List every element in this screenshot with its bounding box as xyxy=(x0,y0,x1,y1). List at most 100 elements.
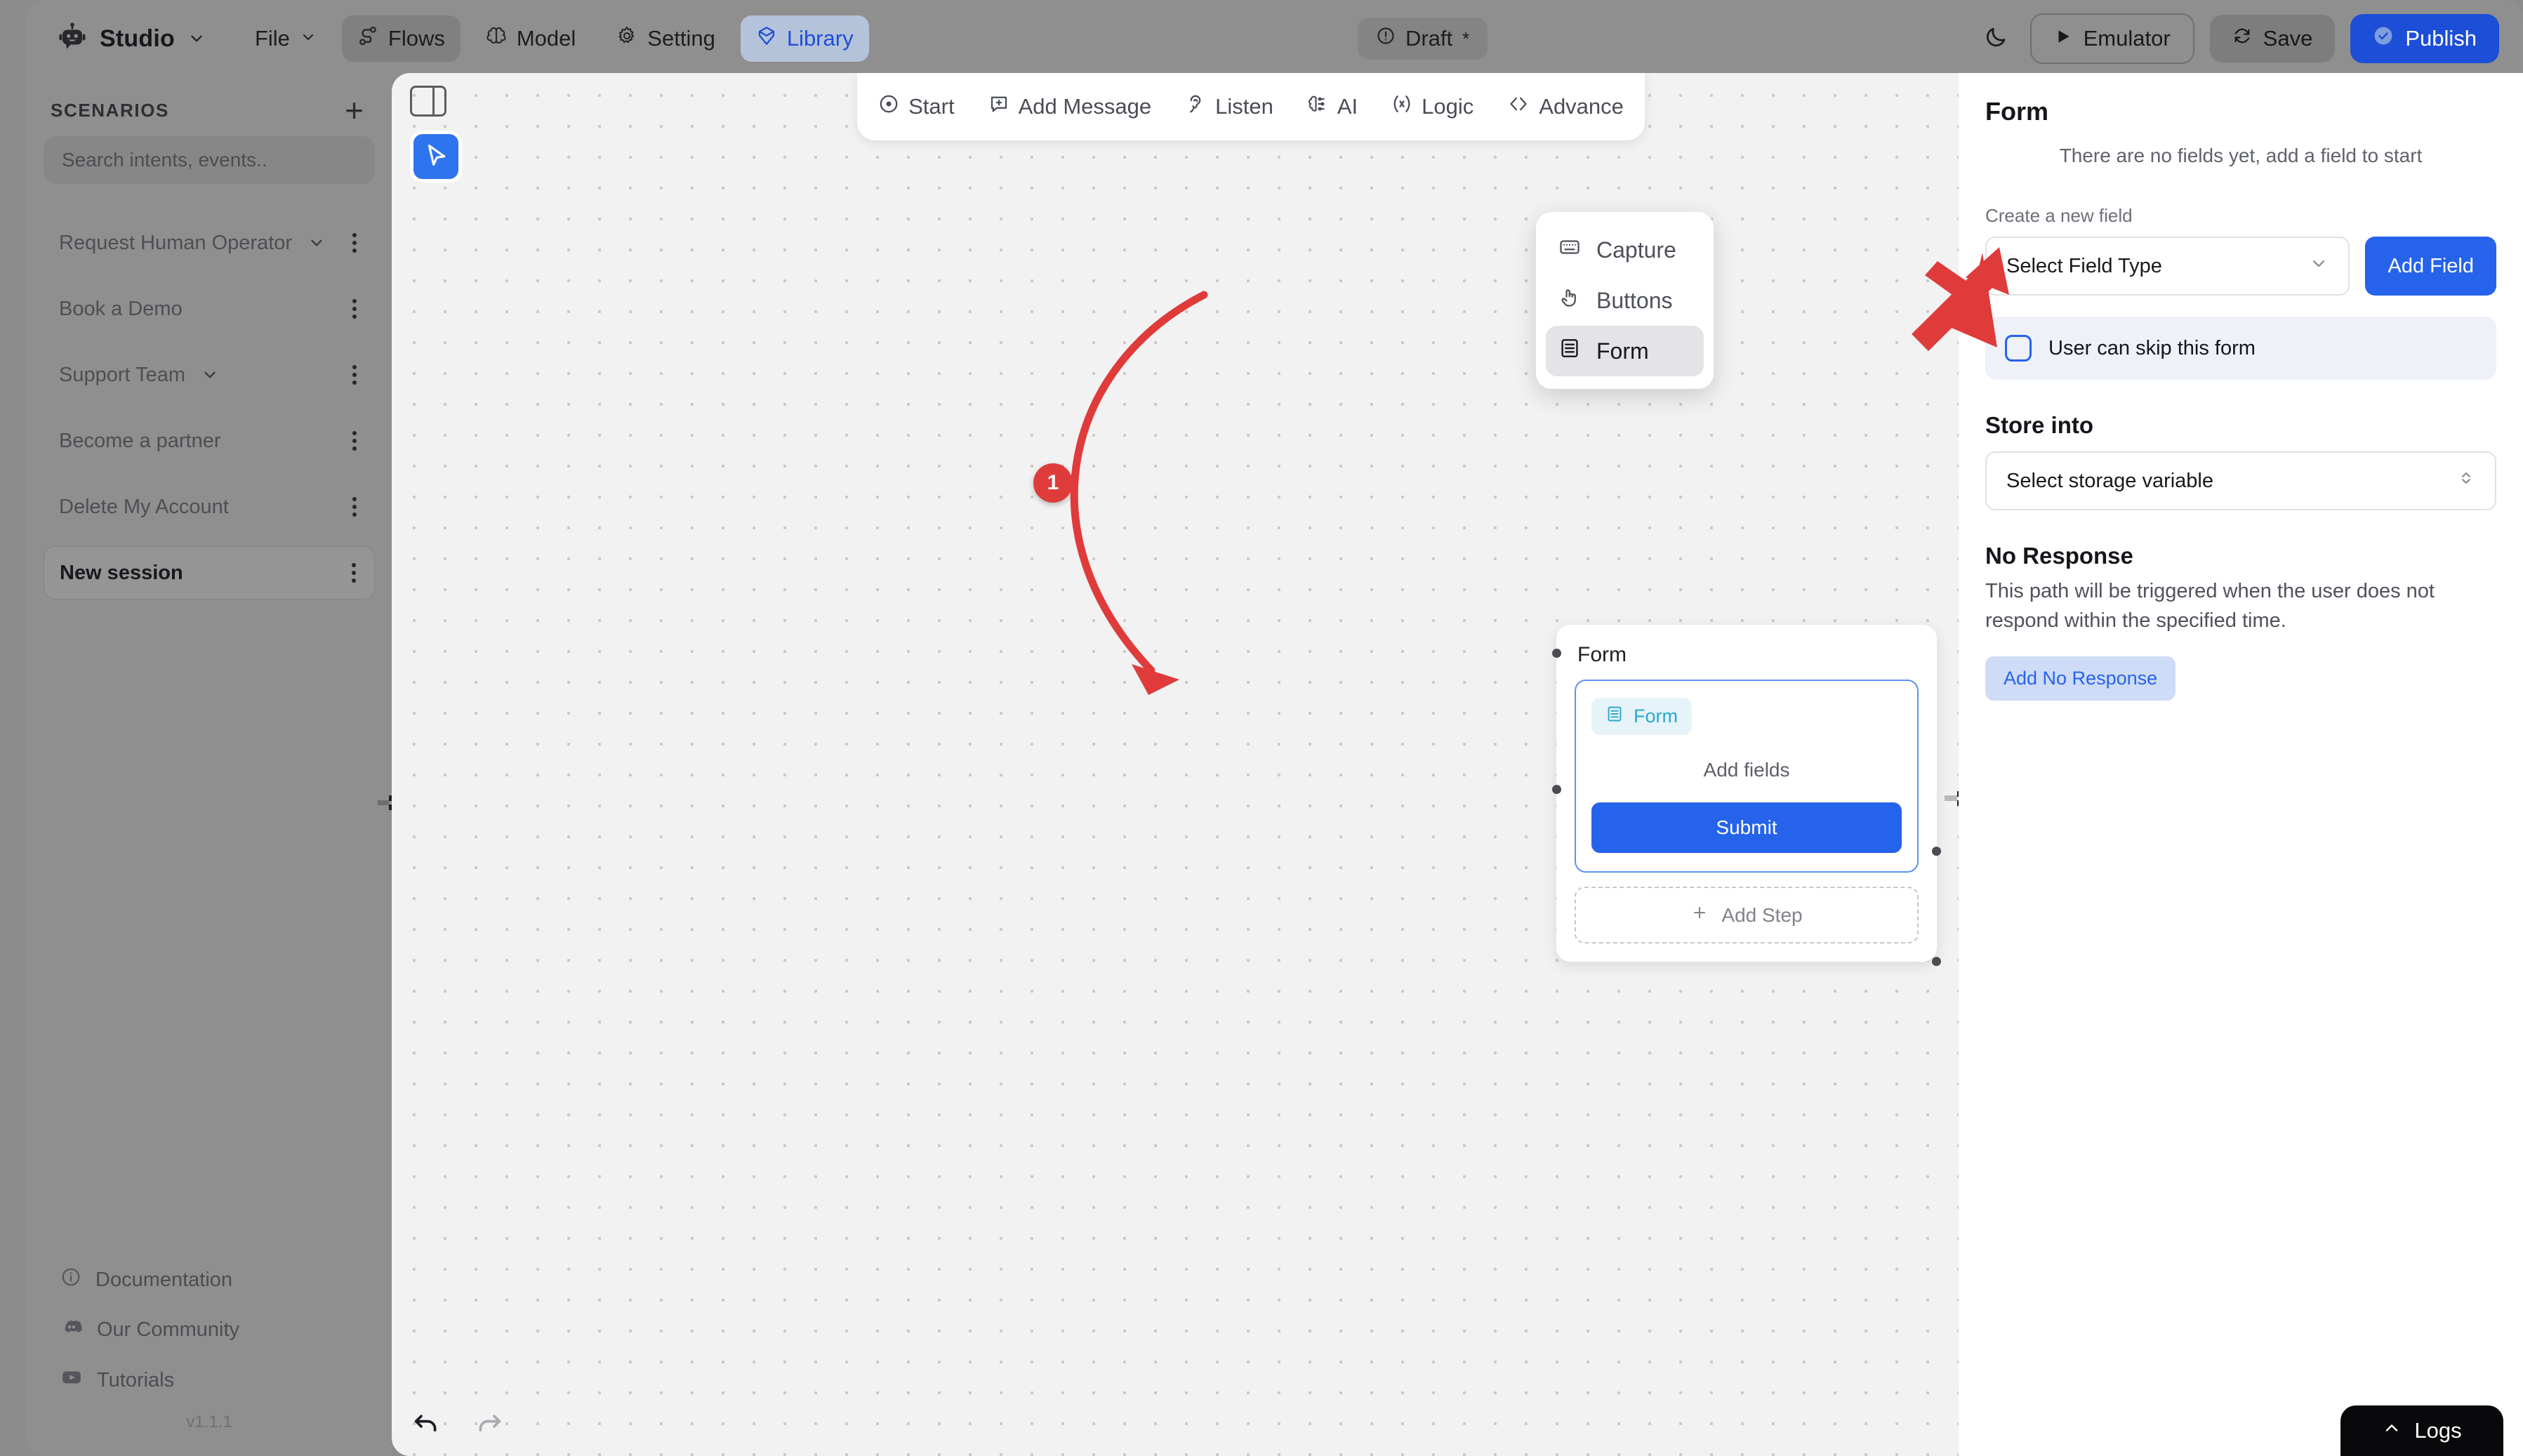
robot-logo-icon xyxy=(58,22,87,55)
list-item-menu-button[interactable] xyxy=(347,359,362,390)
node-bottom-port[interactable] xyxy=(1932,957,1941,966)
dark-mode-toggle[interactable] xyxy=(1977,18,2015,60)
form-list-icon xyxy=(1605,705,1624,728)
tool-add-message[interactable]: Add Message xyxy=(972,85,1169,128)
dropdown-item-form[interactable]: Form xyxy=(1546,326,1704,376)
ear-icon xyxy=(1185,93,1206,120)
properties-panel: Form There are no fields yet, add a fiel… xyxy=(1959,73,2523,1456)
save-button[interactable]: Save xyxy=(2210,15,2336,62)
cursor-arrow-icon xyxy=(423,142,449,172)
check-circle-icon xyxy=(2373,25,2394,52)
tool-start[interactable]: Start xyxy=(861,85,971,128)
sidebar-item-tutorials[interactable]: Tutorials xyxy=(27,1355,392,1405)
sidebar-item-request-human-operator[interactable]: Request Human Operator xyxy=(44,216,375,270)
tool-listen[interactable]: Listen xyxy=(1168,85,1290,128)
keyboard-icon xyxy=(1558,236,1581,264)
chevron-down-icon xyxy=(300,26,317,51)
sidebar-item-become-a-partner[interactable]: Become a partner xyxy=(44,414,375,468)
create-field-label: Create a new field xyxy=(1985,205,2496,237)
topbar-actions: Emulator Save Publish xyxy=(1977,13,2499,64)
scenarios-header: SCENARIOS + xyxy=(27,77,392,128)
search-placeholder: Search intents, events.. xyxy=(62,149,267,171)
skip-form-row[interactable]: User can skip this form xyxy=(1985,317,2496,380)
dropdown-item-label: Capture xyxy=(1596,237,1676,263)
tool-add-message-label: Add Message xyxy=(1019,94,1152,119)
menu-setting[interactable]: Setting xyxy=(601,15,731,62)
redo-icon[interactable] xyxy=(475,1408,504,1441)
dropdown-item-label: Buttons xyxy=(1596,288,1673,314)
list-item-menu-button[interactable] xyxy=(347,491,362,522)
menu-flows-label: Flows xyxy=(388,26,445,51)
list-item-menu-button[interactable] xyxy=(347,293,362,324)
form-list-icon xyxy=(1558,337,1581,365)
flow-canvas[interactable]: Start Add Message Listen AI xyxy=(392,73,1959,1456)
list-item-menu-button[interactable] xyxy=(346,557,362,588)
menu-file[interactable]: File xyxy=(239,16,332,61)
skip-form-checkbox[interactable] xyxy=(2005,335,2032,362)
logic-x-icon xyxy=(1391,93,1412,120)
tool-ai[interactable]: AI xyxy=(1290,85,1375,128)
dropdown-item-capture[interactable]: Capture xyxy=(1546,225,1704,275)
menu-library-label: Library xyxy=(787,26,854,51)
info-circle-icon xyxy=(60,1266,81,1293)
sidebar-item-documentation[interactable]: Documentation xyxy=(27,1255,392,1304)
node-output-port[interactable] xyxy=(1932,847,1941,856)
status-badge[interactable]: Draft * xyxy=(1358,18,1488,60)
menu-flows[interactable]: Flows xyxy=(342,15,461,62)
sidebar-item-book-a-demo[interactable]: Book a Demo xyxy=(44,282,375,336)
status-modified-marker: * xyxy=(1462,28,1469,50)
publish-button[interactable]: Publish xyxy=(2350,14,2499,63)
emulator-button[interactable]: Emulator xyxy=(2030,13,2194,64)
add-step-label: Add Step xyxy=(1721,904,1802,927)
list-item-menu-button[interactable] xyxy=(347,227,362,258)
sidebar-item-delete-my-account[interactable]: Delete My Account xyxy=(44,480,375,534)
panel-title: Form xyxy=(1985,97,2496,126)
chevron-up-down-icon xyxy=(2457,468,2475,494)
tool-logic-label: Logic xyxy=(1422,94,1474,119)
flow-icon xyxy=(357,25,378,52)
chevron-down-icon[interactable] xyxy=(307,234,326,252)
menu-library[interactable]: Library xyxy=(741,15,869,62)
chevron-down-icon[interactable] xyxy=(201,366,219,384)
panel-toggle-icon[interactable] xyxy=(410,86,446,117)
sidebar-item-our-community[interactable]: Our Community xyxy=(27,1304,392,1355)
field-type-select[interactable]: Select Field Type xyxy=(1985,237,2350,296)
node-add-fields-text: Add fields xyxy=(1591,735,1902,802)
list-item-menu-button[interactable] xyxy=(347,425,362,456)
chevron-up-icon xyxy=(2382,1418,2402,1443)
tool-ai-label: AI xyxy=(1337,94,1358,119)
list-item-label: New session xyxy=(60,562,183,585)
dropdown-item-buttons[interactable]: Buttons xyxy=(1546,275,1704,326)
flow-node-form[interactable]: Form Form Add fields Submit Add Step xyxy=(1556,625,1937,962)
sidebar-link-label: Tutorials xyxy=(97,1369,174,1392)
add-field-button[interactable]: Add Field xyxy=(2365,237,2496,296)
node-input-port[interactable] xyxy=(1552,649,1561,658)
brain-icon xyxy=(486,25,507,52)
node-left-port[interactable] xyxy=(1552,785,1561,794)
brand-menu[interactable]: Studio xyxy=(51,22,213,55)
storage-variable-select[interactable]: Select storage variable xyxy=(1985,451,2496,510)
storage-variable-value: Select storage variable xyxy=(2006,470,2457,493)
search-input[interactable]: Search intents, events.. xyxy=(44,136,375,184)
sidebar-item-support-team[interactable]: Support Team xyxy=(44,348,375,402)
resize-bar xyxy=(378,800,389,805)
add-no-response-button[interactable]: Add No Response xyxy=(1985,656,2176,701)
undo-icon[interactable] xyxy=(411,1408,441,1441)
annotation-step-badge: 1 xyxy=(1033,463,1073,503)
canvas-resize-handle[interactable] xyxy=(1945,782,1959,814)
app-version: v1.1.1 xyxy=(27,1405,392,1442)
alert-circle-icon xyxy=(1376,26,1396,51)
logs-button[interactable]: Logs xyxy=(2340,1405,2503,1456)
emulator-label: Emulator xyxy=(2084,26,2171,51)
sidebar-item-new-session[interactable]: New session xyxy=(44,546,375,600)
add-scenario-button[interactable]: + xyxy=(340,98,368,122)
chevron-down-icon xyxy=(2309,253,2329,279)
cursor-tool-button[interactable] xyxy=(410,131,462,183)
add-step-button[interactable]: Add Step xyxy=(1575,887,1919,944)
menu-model[interactable]: Model xyxy=(470,15,591,62)
scenario-list: Request Human Operator Book a Demo Suppo… xyxy=(27,216,392,612)
tool-logic[interactable]: Logic xyxy=(1375,85,1490,128)
tool-advance[interactable]: Advance xyxy=(1490,85,1641,128)
node-submit-button[interactable]: Submit xyxy=(1591,802,1902,853)
panel-toggle-right xyxy=(432,88,444,114)
